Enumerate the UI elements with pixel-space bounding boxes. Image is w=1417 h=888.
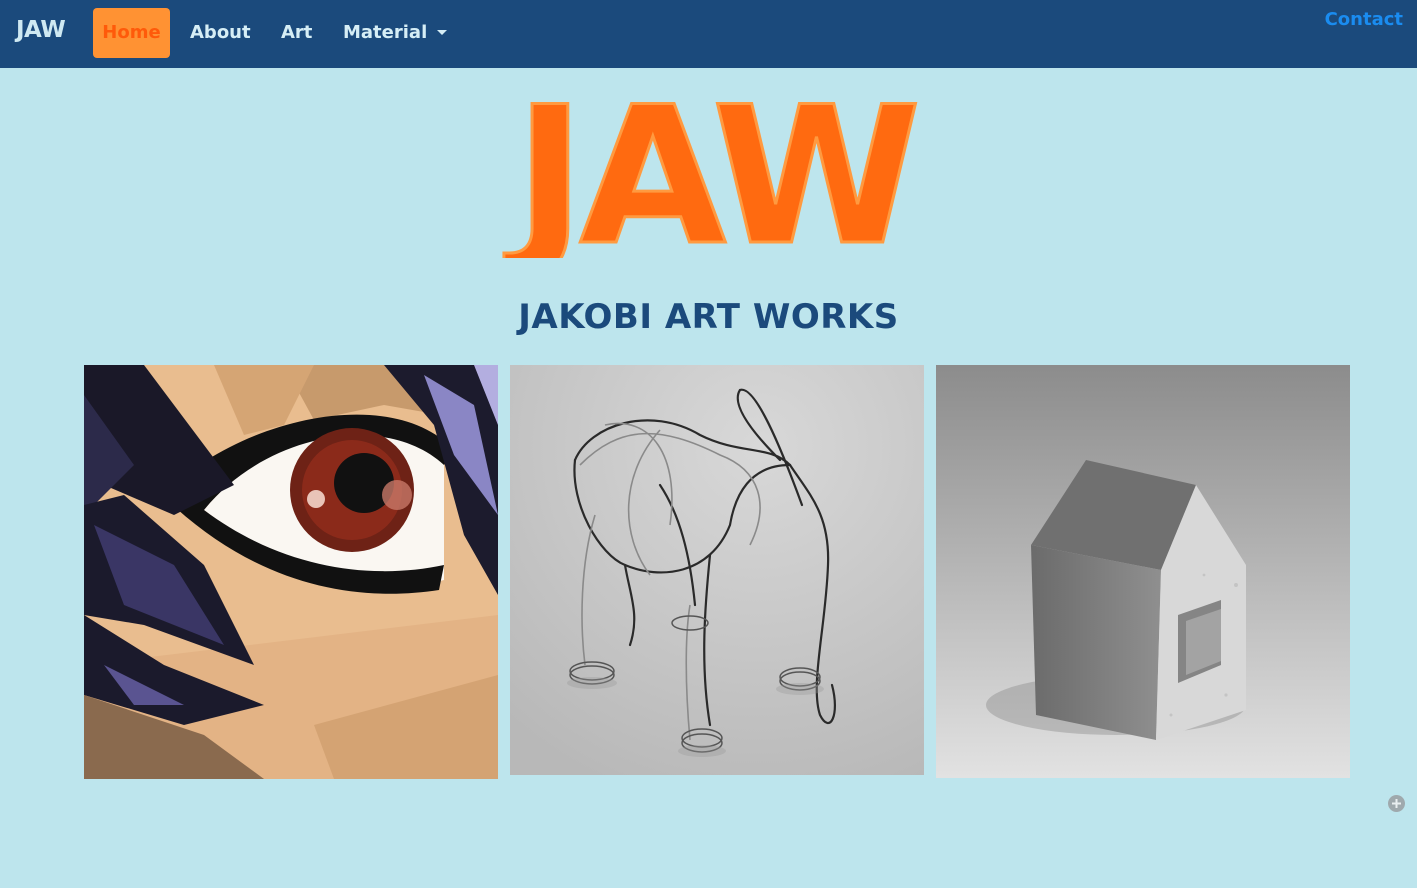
navbar: JAW Home About Art Material Contact (0, 0, 1417, 68)
site-tagline: JAKOBI ART WORKS (518, 297, 899, 337)
chevron-down-icon (437, 29, 448, 35)
jaw-logo-text: JAW (504, 78, 916, 258)
wire-elephant (510, 365, 924, 775)
jaw-logo: JAW (502, 78, 923, 258)
nav-home[interactable]: Home (93, 8, 170, 58)
plus-circle-icon[interactable] (1388, 795, 1405, 812)
brand-link[interactable]: JAW (16, 17, 66, 43)
nav-art[interactable]: Art (281, 8, 312, 58)
gallery-image-wire-elephant[interactable] (510, 365, 924, 775)
gallery-image-house[interactable] (936, 365, 1350, 778)
eye-painting (84, 365, 498, 779)
nav-material-dropdown[interactable]: Material (343, 8, 448, 58)
nav-contact[interactable]: Contact (1325, 9, 1403, 30)
gallery-image-eye[interactable] (84, 365, 498, 779)
concrete-house (936, 365, 1350, 778)
nav-about[interactable]: About (190, 8, 251, 58)
nav-material-label: Material (343, 22, 428, 43)
